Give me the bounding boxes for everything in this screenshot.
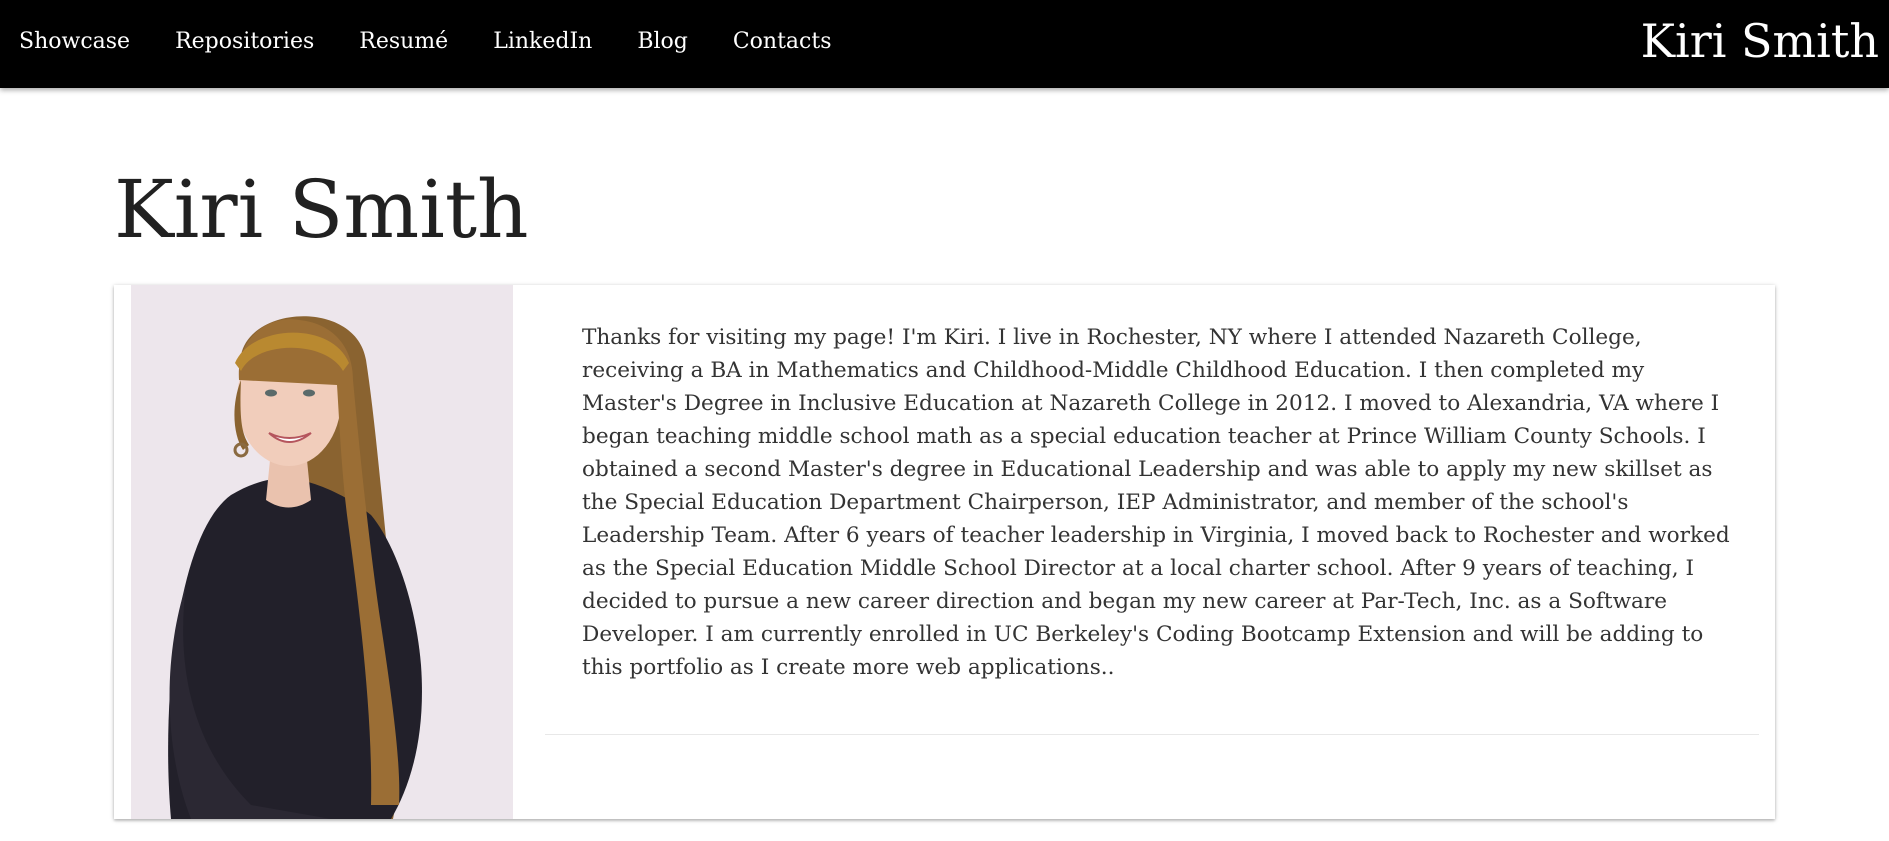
nav-item-linkedin: LinkedIn [493,29,592,54]
nav-item-resume: Resumé [359,29,448,54]
nav-link-resume[interactable]: Resumé [359,29,448,54]
nav-link-contacts[interactable]: Contacts [733,29,832,54]
profile-photo-illustration [131,285,513,819]
nav-item-repositories: Repositories [175,29,314,54]
page-title: Kiri Smith [114,163,529,256]
nav-link-repositories[interactable]: Repositories [175,29,314,54]
top-navbar: Showcase Repositories Resumé LinkedIn Bl… [0,0,1889,88]
nav-link-showcase[interactable]: Showcase [19,29,130,54]
nav-link-linkedin[interactable]: LinkedIn [493,29,592,54]
brand-name[interactable]: Kiri Smith [1641,12,1879,70]
bio-text: Thanks for visiting my page! I'm Kiri. I… [582,325,1730,680]
nav-links: Showcase Repositories Resumé LinkedIn Bl… [19,0,832,82]
bio-card: Thanks for visiting my page! I'm Kiri. I… [114,285,1775,819]
nav-item-showcase: Showcase [19,29,130,54]
profile-photo [131,285,513,819]
card-divider [545,734,1759,735]
nav-link-blog[interactable]: Blog [637,29,688,54]
nav-item-contacts: Contacts [733,29,832,54]
nav-item-blog: Blog [637,29,688,54]
